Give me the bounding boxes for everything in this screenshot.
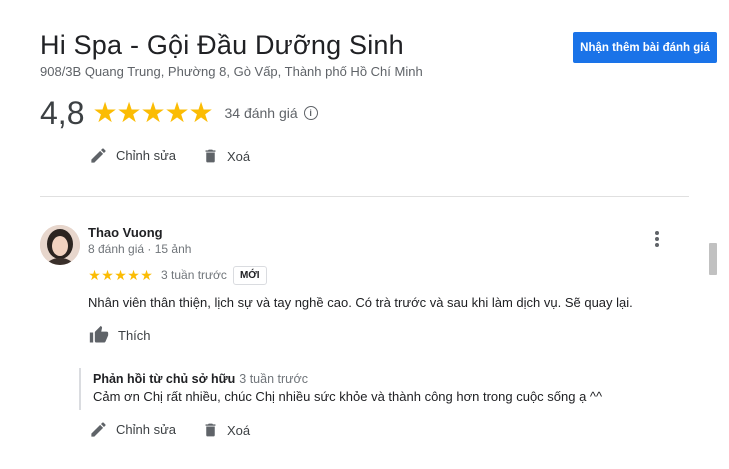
reviewer-name[interactable]: Thao Vuong	[88, 225, 163, 240]
star-icon: ★	[140, 267, 153, 283]
edit-label: Chỉnh sửa	[116, 148, 177, 163]
review-count-link[interactable]: 34 đánh giá	[224, 105, 297, 121]
edit-reply-button[interactable]: Chỉnh sửa	[89, 420, 176, 439]
scrollbar-thumb[interactable]	[709, 243, 717, 275]
reviewer-meta: 8 đánh giá · 15 ảnh	[88, 242, 192, 256]
get-more-reviews-button[interactable]: Nhận thêm bài đánh giá	[573, 32, 717, 63]
owner-reply-title: Phản hồi từ chủ sở hữu	[93, 372, 236, 386]
trash-icon	[205, 423, 216, 437]
info-icon[interactable]: i	[303, 106, 318, 120]
owner-reply: Phản hồi từ chủ sở hữu 3 tuần trước Cảm ơ…	[79, 368, 679, 410]
star-icon: ★	[164, 97, 190, 128]
star-icon: ★	[92, 97, 118, 128]
owner-reply-time: 3 tuần trước	[239, 372, 308, 386]
owner-reply-text: Cảm ơn Chị rất nhiều, chúc Chị nhiều sức…	[93, 389, 603, 404]
edit-button[interactable]: Chỉnh sửa	[89, 146, 176, 165]
divider	[40, 196, 689, 197]
business-name: Hi Spa - Gội Đầu Dưỡng Sinh	[40, 30, 404, 60]
delete-reply-button[interactable]: Xoá	[202, 420, 250, 440]
owner-reply-heading: Phản hồi từ chủ sở hữu 3 tuần trước	[93, 372, 679, 386]
business-address: 908/3B Quang Trung, Phường 8, Gò Vấp, Th…	[40, 64, 423, 79]
review-time: 3 tuần trước	[161, 268, 227, 282]
new-badge: MỚI	[232, 265, 267, 285]
delete-button[interactable]: Xoá	[202, 146, 250, 166]
star-icon: ★	[127, 267, 140, 283]
star-icon: ★	[88, 267, 101, 283]
pencil-icon	[91, 148, 106, 163]
star-icon: ★	[101, 267, 114, 283]
star-icon: ★	[188, 97, 214, 128]
rating-value: 4,8	[40, 94, 85, 131]
edit-reply-label: Chỉnh sửa	[116, 422, 177, 437]
like-button[interactable]: Thích	[88, 325, 151, 345]
more-options-icon[interactable]	[648, 229, 666, 249]
star-icon: ★	[116, 97, 142, 128]
rating-stars: ★ ★ ★ ★ ★	[92, 97, 214, 128]
avatar[interactable]	[40, 225, 80, 265]
like-label: Thích	[118, 327, 151, 343]
pencil-icon	[91, 422, 106, 437]
star-icon: ★	[114, 267, 127, 283]
review-text: Nhân viên thân thiện, lịch sự và tay ngh…	[88, 295, 633, 310]
delete-reply-label: Xoá	[227, 422, 251, 438]
delete-label: Xoá	[227, 148, 251, 164]
thumbs-up-icon	[89, 325, 109, 343]
rating-summary: 4,8 ★ ★ ★ ★ ★ 34 đánh giá i	[40, 93, 318, 133]
trash-icon	[205, 149, 216, 163]
review-rating-row: ★ ★ ★ ★ ★ 3 tuần trước MỚI	[88, 265, 267, 285]
star-icon: ★	[140, 97, 166, 128]
